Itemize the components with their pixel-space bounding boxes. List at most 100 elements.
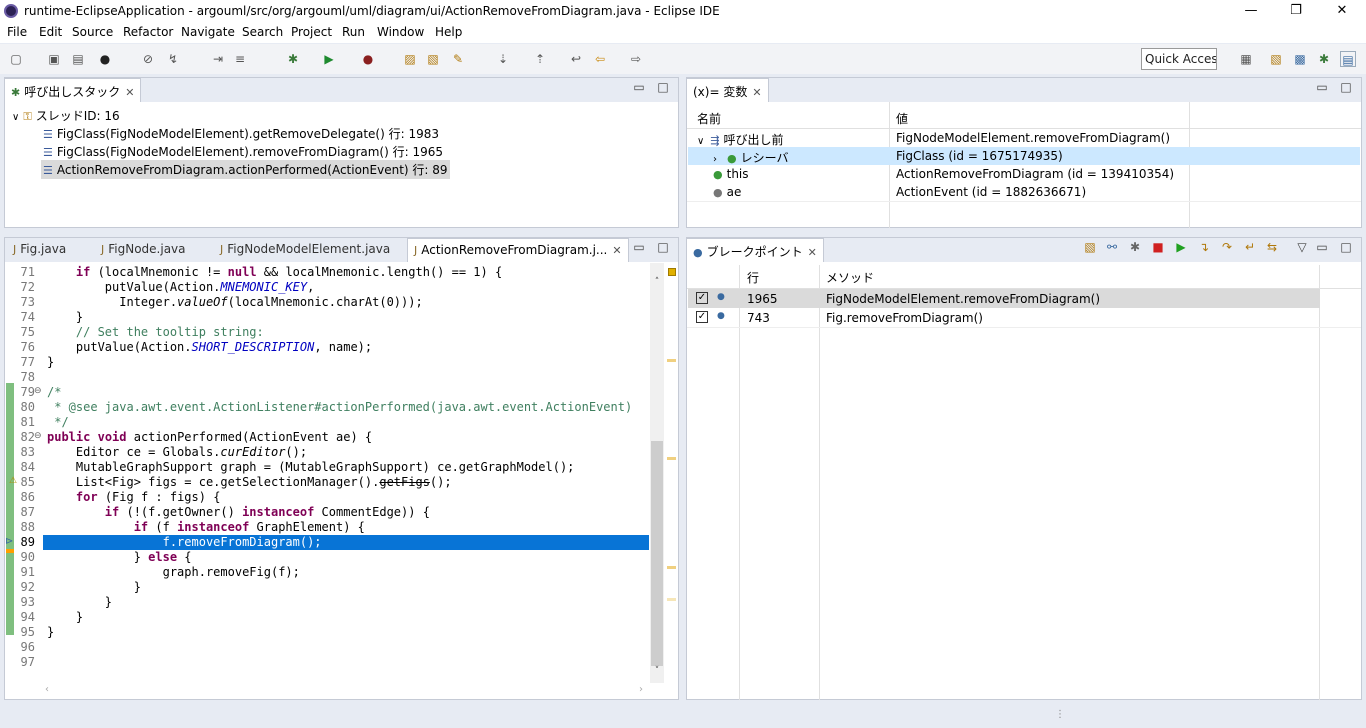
menu-project[interactable]: Project	[291, 25, 332, 39]
menu-run[interactable]: Run	[342, 25, 365, 39]
new-icon[interactable]: ▢	[8, 51, 24, 67]
menu-file[interactable]: File	[7, 25, 27, 39]
tab-breakpoints[interactable]: ● ブレークポイント ✕	[686, 238, 824, 262]
open-folder-icon[interactable]: ▧	[1083, 240, 1097, 254]
variable-row[interactable]: ● this	[713, 167, 749, 181]
minimize-icon[interactable]: ▭	[632, 240, 646, 254]
variable-row[interactable]: ∨ ⇶ 呼び出し前	[697, 131, 784, 148]
view-menu-icon[interactable]: ▽	[1295, 240, 1309, 254]
link-icon[interactable]: ⚯	[1105, 240, 1119, 254]
scroll-left-icon[interactable]: ‹	[45, 684, 49, 695]
menu-navigate[interactable]: Navigate	[181, 25, 235, 39]
annotation-marker[interactable]	[667, 457, 676, 460]
column-header-value[interactable]: 値	[896, 110, 908, 127]
horizontal-scrollbar[interactable]: ‹ ›	[41, 684, 651, 698]
stack-frame-selected[interactable]: ☰ ActionRemoveFromDiagram.actionPerformed…	[41, 160, 450, 179]
last-edit-icon[interactable]: ↩	[568, 51, 584, 67]
column-header-line[interactable]: 行	[747, 269, 759, 286]
resource-perspective-icon[interactable]: ▧	[1268, 51, 1284, 67]
vertical-scrollbar[interactable]: ˄ ˅	[650, 263, 664, 683]
chevron-down-icon[interactable]: ∨	[12, 112, 19, 123]
variable-row[interactable]: › ● レシーバ	[713, 149, 789, 166]
tab-actionremovefromdiagram-java[interactable]: J ActionRemoveFromDiagram.j... ✕	[407, 238, 629, 262]
annotation-icon[interactable]: ⇣	[495, 51, 511, 67]
close-button[interactable]: ✕	[1332, 2, 1352, 20]
close-icon[interactable]: ✕	[612, 244, 621, 257]
breakpoint-checkbox[interactable]: ✓	[696, 292, 708, 304]
column-header-method[interactable]: メソッド	[826, 269, 874, 286]
menu-edit[interactable]: Edit	[39, 25, 62, 39]
menu-help[interactable]: Help	[435, 25, 462, 39]
minimize-icon[interactable]: ▭	[1315, 80, 1329, 94]
menu-source[interactable]: Source	[72, 25, 113, 39]
fold-icon[interactable]: ⊖	[34, 431, 42, 441]
quick-access-input[interactable]: Quick Access	[1141, 48, 1217, 70]
java-perspective-icon[interactable]: ▩	[1292, 51, 1308, 67]
menu-window[interactable]: Window	[377, 25, 424, 39]
skip-all-breakpoints-icon[interactable]: ✱	[1128, 240, 1142, 254]
tab-fignode-java[interactable]: J FigNode.java	[95, 238, 192, 262]
maximize-icon[interactable]: □	[656, 80, 670, 94]
remove-breakpoint-icon[interactable]: ■	[1151, 240, 1165, 254]
scroll-down-icon[interactable]: ˅	[652, 667, 662, 676]
expand-all-icon[interactable]: ⇆	[1265, 240, 1279, 254]
scroll-right-icon[interactable]: ›	[639, 684, 643, 695]
resume-icon[interactable]: ▶	[1174, 240, 1188, 254]
scrollbar-thumb[interactable]	[651, 441, 663, 666]
fold-icon[interactable]: ⊖	[34, 386, 42, 396]
annotation-marker[interactable]	[667, 598, 676, 601]
code-area[interactable]: ⚠ ⊳ ⊖ ⊖ 71 72 73 74 75 76 77 78 79 80 81 82 83 84 85 86…	[5, 263, 650, 685]
close-icon[interactable]: ✕	[125, 86, 134, 99]
run-icon[interactable]: ▶	[321, 51, 337, 67]
minimize-icon[interactable]: ▭	[632, 80, 646, 94]
drop-to-frame-icon[interactable]: ↯	[165, 51, 181, 67]
chevron-right-icon[interactable]: ›	[713, 154, 717, 165]
next-annotation-icon[interactable]: ⇡	[532, 51, 548, 67]
use-step-filters-icon[interactable]: ≡	[232, 51, 248, 67]
step-icon[interactable]: ⇥	[210, 51, 226, 67]
skip-breakpoints-icon[interactable]: ⊘	[140, 51, 156, 67]
status-grip-icon[interactable]: ⋮	[1055, 709, 1065, 720]
step-into-icon[interactable]: ↴	[1197, 240, 1211, 254]
stack-frame[interactable]: ☰ FigClass(FigNodeModelElement).getRemove…	[41, 125, 441, 142]
annotation-marker[interactable]	[667, 566, 676, 569]
menu-search[interactable]: Search	[242, 25, 283, 39]
forward-icon[interactable]: ⇨	[628, 51, 644, 67]
minimize-button[interactable]: —	[1241, 2, 1261, 20]
scroll-up-icon[interactable]: ˄	[652, 278, 662, 287]
debug-perspective-icon[interactable]: ✱	[1316, 51, 1332, 67]
maximize-icon[interactable]: □	[656, 240, 670, 254]
perspective-icon[interactable]: ▤	[1340, 51, 1356, 67]
close-icon[interactable]: ✕	[752, 86, 761, 99]
open-type-icon[interactable]: ▨	[402, 51, 418, 67]
tab-callstack[interactable]: ✱ 呼び出しスタック ✕	[4, 78, 142, 102]
open-folder-icon[interactable]: ▧	[425, 51, 441, 67]
run-external-icon[interactable]: ●	[360, 51, 376, 67]
user-icon[interactable]: ●	[97, 51, 113, 67]
tab-fignodemodelelement-java[interactable]: J FigNodeModelElement.java	[214, 238, 396, 262]
open-perspective-icon[interactable]: ▦	[1238, 51, 1254, 67]
column-header-name[interactable]: 名前	[697, 110, 721, 127]
stack-frame[interactable]: ☰ FigClass(FigNodeModelElement).removeFro…	[41, 143, 445, 160]
search-icon[interactable]: ✎	[450, 51, 466, 67]
close-icon[interactable]: ✕	[808, 246, 817, 259]
save-icon[interactable]: ▣	[46, 51, 62, 67]
tab-variables[interactable]: (x)= 変数 ✕	[686, 78, 769, 102]
menu-refactor[interactable]: Refactor	[123, 25, 173, 39]
breakpoint-checkbox[interactable]: ✓	[696, 311, 708, 323]
save-all-icon[interactable]: ▤	[70, 51, 86, 67]
thread-row[interactable]: ∨ ⚿ スレッドID: 16	[12, 107, 120, 124]
step-over-icon[interactable]: ↷	[1220, 240, 1234, 254]
code-line: for (Fig f : figs) {	[75, 490, 221, 504]
chevron-down-icon[interactable]: ∨	[697, 136, 704, 147]
annotation-marker[interactable]	[667, 359, 676, 362]
debug-icon[interactable]: ✱	[285, 51, 301, 67]
variable-row[interactable]: ● ae	[713, 185, 741, 199]
tab-fig-java[interactable]: J Fig.java	[7, 238, 72, 262]
maximize-icon[interactable]: □	[1339, 80, 1353, 94]
restore-button[interactable]: ❐	[1286, 2, 1306, 20]
maximize-icon[interactable]: □	[1339, 240, 1353, 254]
back-icon[interactable]: ⇦	[592, 51, 608, 67]
minimize-icon[interactable]: ▭	[1315, 240, 1329, 254]
step-return-icon[interactable]: ↵	[1243, 240, 1257, 254]
